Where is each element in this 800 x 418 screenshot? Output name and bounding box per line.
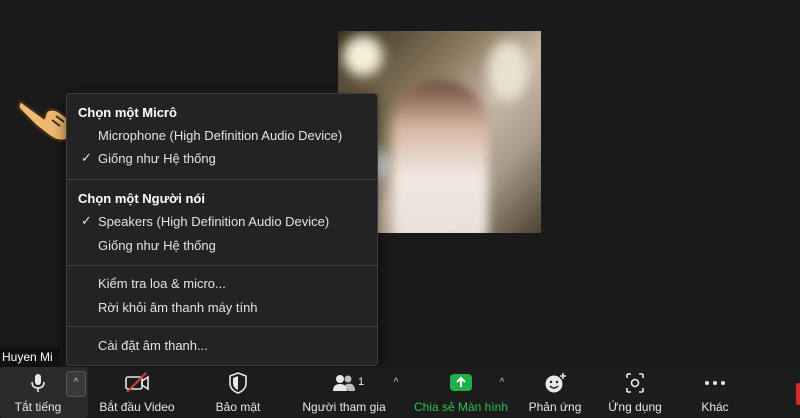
participants-count: 1 <box>358 376 365 388</box>
start-video-button[interactable]: Bắt đầu Video <box>96 367 178 418</box>
mute-button[interactable]: Tắt tiếng <box>8 367 68 418</box>
chevron-up-icon[interactable]: ^ <box>494 375 510 391</box>
more-label: Khác <box>701 400 729 414</box>
mic-option-label: Microphone (High Definition Audio Device… <box>98 128 343 143</box>
leave-computer-audio-label: Rời khỏi âm thanh máy tính <box>98 300 258 315</box>
apps-label: Ứng dụng <box>608 400 662 414</box>
start-video-label: Bắt đầu Video <box>99 400 175 414</box>
mic-option-same-as-system[interactable]: ✓ Giống như Hệ thống <box>67 148 377 170</box>
audio-options-caret[interactable]: ^ <box>66 371 86 397</box>
audio-settings-item[interactable]: Cài đặt âm thanh... <box>67 335 377 357</box>
participants-icon <box>333 375 355 391</box>
audio-options-menu: Chọn một Micrô Microphone (High Definiti… <box>66 93 378 366</box>
security-button[interactable]: Bảo mật <box>206 367 270 418</box>
more-dots-icon <box>705 381 725 385</box>
participants-label: Người tham gia <box>302 400 386 414</box>
reactions-button[interactable]: Phản ứng <box>524 367 586 418</box>
reactions-label: Phản ứng <box>528 400 582 414</box>
check-icon: ✓ <box>81 150 92 165</box>
test-speaker-mic-item[interactable]: Kiểm tra loa & micro... <box>67 273 377 295</box>
speaker-option-label: Speakers (High Definition Audio Device) <box>98 214 330 229</box>
meeting-toolbar: Tắt tiếng ^ Bắt đầu Video Bảo mật 1 Ngườ… <box>0 367 800 418</box>
mute-label: Tắt tiếng <box>14 400 62 414</box>
check-icon: ✓ <box>81 213 92 228</box>
microphone-icon <box>31 374 45 392</box>
participant-name-tag: Huyen Mi <box>0 347 60 367</box>
chevron-up-icon: ^ <box>73 377 79 388</box>
apps-button[interactable]: Ứng dụng <box>604 367 666 418</box>
speaker-option-hd-audio[interactable]: ✓ Speakers (High Definition Audio Device… <box>67 211 377 233</box>
participants-button[interactable]: 1 Người tham gia <box>298 367 390 418</box>
menu-divider <box>67 265 377 266</box>
audio-settings-label: Cài đặt âm thanh... <box>98 338 208 353</box>
chevron-up-icon[interactable]: ^ <box>388 375 404 391</box>
test-speaker-mic-label: Kiểm tra loa & micro... <box>98 276 226 291</box>
speaker-heading: Chọn một Người nói <box>78 191 205 206</box>
menu-divider <box>67 179 377 180</box>
shield-icon <box>229 372 247 394</box>
video-off-icon <box>125 372 149 393</box>
speaker-option-label: Giống như Hệ thống <box>98 238 216 253</box>
end-meeting-button-edge[interactable] <box>796 383 800 405</box>
apps-icon <box>626 373 644 393</box>
mic-option-hd-audio[interactable]: Microphone (High Definition Audio Device… <box>67 125 377 147</box>
security-label: Bảo mật <box>215 400 261 414</box>
mic-option-label: Giống như Hệ thống <box>98 151 216 166</box>
microphone-heading: Chọn một Micrô <box>78 105 177 120</box>
leave-computer-audio-item[interactable]: Rời khỏi âm thanh máy tính <box>67 297 377 319</box>
menu-divider <box>67 326 377 327</box>
more-button[interactable]: Khác <box>688 367 742 418</box>
smiley-plus-icon <box>545 373 566 393</box>
speaker-option-same-as-system[interactable]: Giống như Hệ thống <box>67 235 377 257</box>
share-screen-label: Chia sẻ Màn hình <box>413 400 509 414</box>
share-screen-icon <box>450 374 472 391</box>
